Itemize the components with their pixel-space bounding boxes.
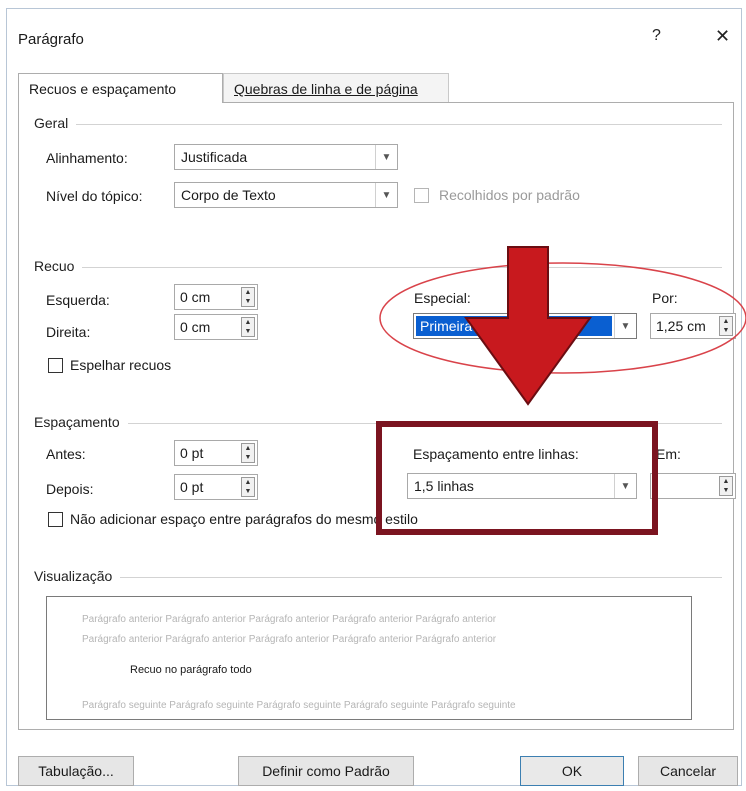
annotation-overlay — [376, 246, 746, 535]
down-arrow-icon — [464, 246, 592, 406]
tab-recuos-espacamento[interactable]: Recuos e espaçamento — [18, 73, 223, 103]
tab-label: Recuos e espaçamento — [29, 81, 177, 97]
highlight-box — [376, 421, 658, 535]
